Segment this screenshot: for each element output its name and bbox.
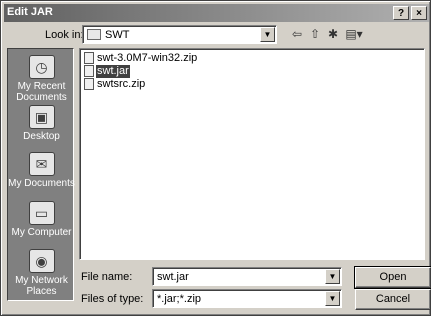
file-type-label: Files of type: [81, 293, 144, 305]
place-desktop[interactable]: ▣ Desktop [8, 105, 75, 142]
views-menu-icon[interactable]: ▤▾ [342, 26, 366, 43]
look-in-combo[interactable]: SWT ▼ [82, 25, 277, 44]
jar-file-icon [84, 65, 94, 77]
zip-file-icon [84, 78, 94, 90]
close-button[interactable]: × [411, 6, 427, 20]
place-label: My Documents [8, 178, 75, 189]
recent-docs-icon: ◷ [28, 55, 55, 79]
look-in-value: SWT [105, 29, 130, 41]
help-button[interactable]: ? [393, 6, 409, 20]
open-button[interactable]: Open [354, 266, 431, 289]
places-bar: ◷ My Recent Documents ▣ Desktop ✉ My Doc… [7, 48, 75, 301]
new-folder-icon[interactable]: ✱ [324, 26, 342, 43]
file-name-input[interactable]: swt.jar ▼ [152, 267, 342, 286]
list-item[interactable]: swtsrc.zip [84, 78, 146, 91]
file-type-select[interactable]: *.jar;*.zip ▼ [152, 289, 342, 308]
dialog-title: Edit JAR [7, 6, 53, 18]
file-name-value: swt.jar [157, 271, 189, 283]
back-icon[interactable]: ⇦ [288, 26, 306, 43]
my-documents-icon: ✉ [28, 152, 55, 176]
file-name-label: File name: [81, 271, 133, 283]
title-bar[interactable]: Edit JAR ? × [4, 4, 429, 22]
place-label: My Computer [11, 227, 72, 238]
network-places-icon: ◉ [28, 249, 55, 273]
chevron-down-icon[interactable]: ▼ [260, 27, 275, 42]
place-label: Desktop [23, 131, 60, 142]
folder-icon [87, 29, 101, 40]
place-my-documents[interactable]: ✉ My Documents [8, 152, 75, 189]
chevron-down-icon[interactable]: ▼ [325, 291, 340, 306]
file-list[interactable]: swt-3.0M7-win32.zip swt.jar swtsrc.zip [79, 48, 425, 260]
place-label: My Recent Documents [16, 81, 67, 103]
place-label: My Network Places [15, 275, 68, 297]
chevron-down-icon[interactable]: ▼ [325, 269, 340, 284]
dialog-window: Edit JAR ? × Look in: SWT ▼ ⇦ ⇧ ✱ ▤▾ ◷ M… [0, 0, 431, 316]
desktop-icon: ▣ [28, 105, 55, 129]
up-folder-icon[interactable]: ⇧ [306, 26, 324, 43]
cancel-button[interactable]: Cancel [355, 289, 431, 310]
place-network-places[interactable]: ◉ My Network Places [8, 249, 75, 297]
file-type-value: *.jar;*.zip [157, 293, 202, 305]
look-in-label: Look in: [45, 29, 84, 41]
list-item[interactable]: swt.jar [84, 65, 130, 78]
place-recent-documents[interactable]: ◷ My Recent Documents [8, 55, 75, 103]
my-computer-icon: ▭ [28, 201, 55, 225]
place-my-computer[interactable]: ▭ My Computer [8, 201, 75, 238]
zip-file-icon [84, 52, 94, 64]
list-item[interactable]: swt-3.0M7-win32.zip [84, 52, 198, 65]
